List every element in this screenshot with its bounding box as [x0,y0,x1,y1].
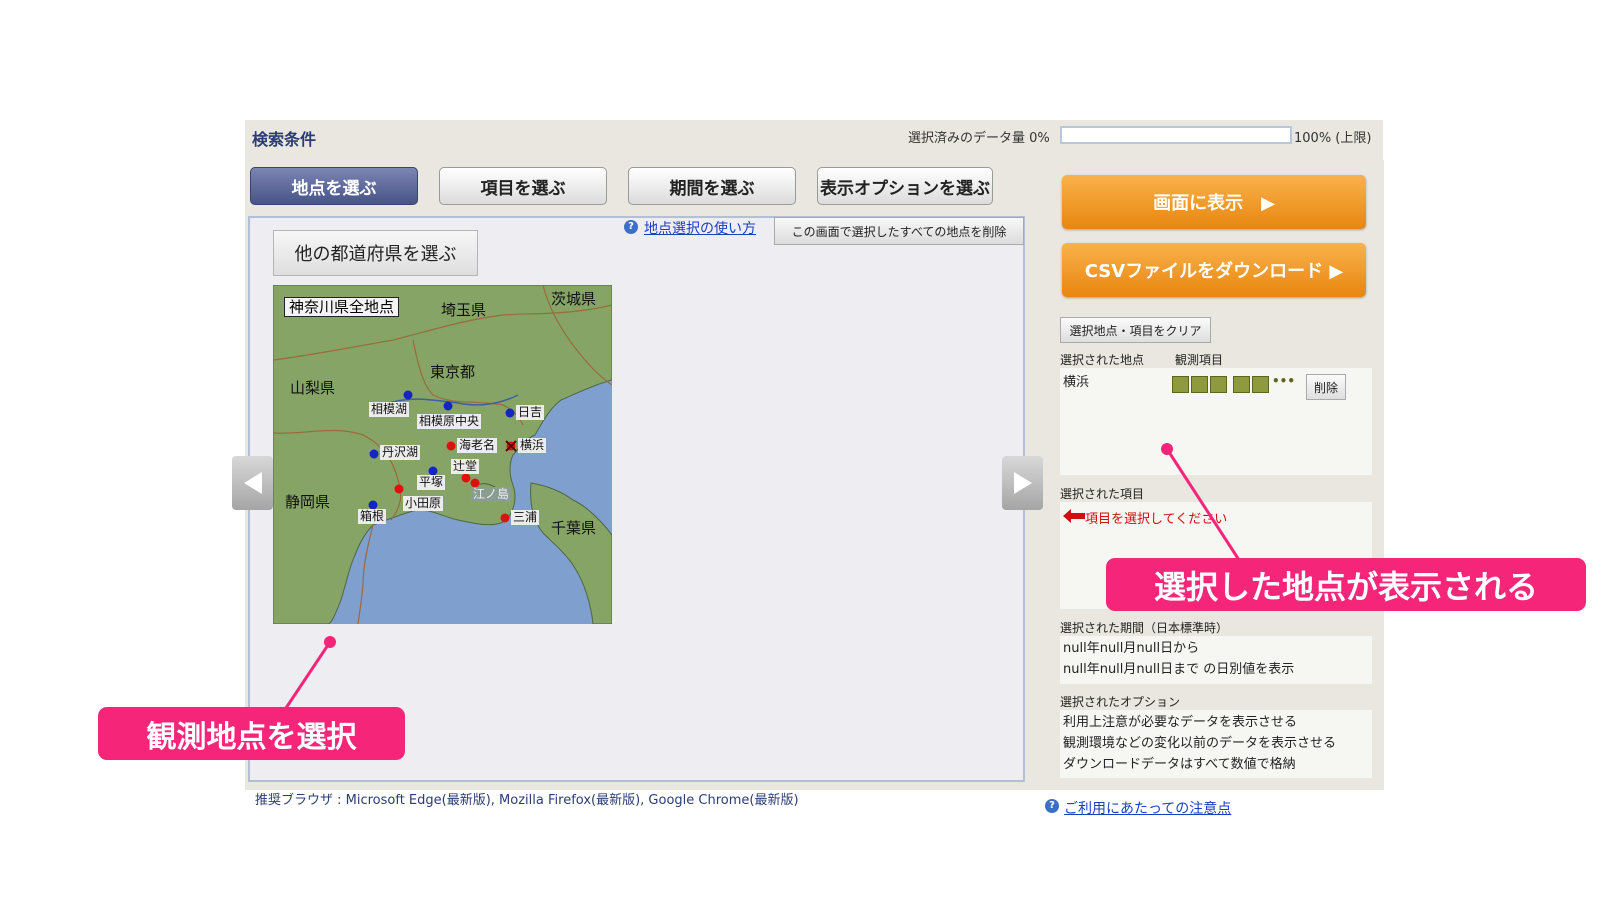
station-label[interactable]: 相模湖 [369,402,410,417]
umbrella-icon [1191,376,1208,393]
map-shapes [273,285,612,624]
data-amount-progress [1060,126,1292,144]
option-item: 利用上注意が必要なデータを表示させる [1063,715,1298,730]
rain-icon [1172,376,1189,393]
option-item: 観測環境などの変化以前のデータを表示させる [1063,736,1337,751]
selected-sites-label: 選択された地点 [1060,353,1145,367]
tab-select-site[interactable]: 地点を選ぶ [250,167,418,205]
island-label: 江ノ島 [471,487,512,502]
selected-options-label: 選択されたオプション [1060,695,1181,709]
map-pref-label: 山梨県 [290,379,336,397]
sun-icon [1210,376,1227,393]
option-item: ダウンロードデータはすべて数値で格納 [1063,757,1296,772]
tab-select-period[interactable]: 期間を選ぶ [628,167,796,205]
tab-select-item[interactable]: 項目を選ぶ [439,167,607,205]
page-title: 検索条件 [252,130,317,149]
station-label[interactable]: 日吉 [516,405,545,420]
map-pref-label: 東京都 [430,363,476,381]
clear-selection-button[interactable]: 選択地点・項目をクリア [1060,317,1211,343]
next-arrow-button[interactable] [1002,456,1043,510]
delete-all-sites-button[interactable]: この画面で選択したすべての地点を削除 [774,217,1024,245]
items-prompt: 項目を選択してください [1085,512,1228,527]
recommended-browsers: 推奨ブラウザ : Microsoft Edge(最新版), Mozilla Fi… [255,793,799,808]
map-pref-label: 埼玉県 [441,301,487,319]
map-pref-label: 静岡県 [285,493,331,511]
period-from: null年null月null日から [1063,641,1200,656]
site-select-howto-link[interactable]: 地点選択の使い方 [644,218,756,238]
arrow-left-icon [1063,508,1085,527]
callout-selected-site-shown: 選択した地点が表示される [1106,558,1586,611]
callout-select-site: 観測地点を選択 [98,707,405,760]
observed-items-label: 観測項目 [1175,353,1224,367]
other-prefecture-button[interactable]: 他の都道府県を選ぶ [273,230,478,276]
triangle-left-icon [243,472,262,494]
map-pref-label: 千葉県 [551,519,597,537]
csv-download-button[interactable]: CSVファイルをダウンロード ▶ [1062,243,1366,297]
station-label[interactable]: 丹沢湖 [380,445,421,460]
delete-site-button[interactable]: 削除 [1306,374,1346,400]
station-label[interactable]: 辻堂 [451,459,480,474]
station-label[interactable]: 箱根 [358,509,387,524]
selected-items-label: 選択された項目 [1060,487,1145,501]
station-label[interactable]: 小田原 [403,496,444,511]
station-label[interactable]: 相模原中央 [417,414,482,429]
data-amount-max-label: 100% (上限) [1294,131,1372,146]
map-pref-label: 茨城県 [551,290,597,308]
triangle-right-icon [1013,472,1032,494]
usage-notice-link[interactable]: ご利用にあたっての注意点 [1064,798,1231,818]
more-icon: ••• [1272,374,1296,388]
wind-icon [1233,376,1250,393]
period-to: null年null月null日まで の日別値を表示 [1063,662,1295,677]
kanagawa-map[interactable]: 神奈川県全地点 埼玉県 茨城県 東京都 山梨県 静岡県 千葉県 相模湖 相模原中… [273,285,612,624]
selected-site-name: 横浜 [1063,375,1090,390]
help-icon: ? [1045,799,1059,813]
data-amount-label: 選択済みのデータ量 0% [908,131,1050,146]
station-label[interactable]: 横浜 [518,438,547,453]
station-label[interactable]: 平塚 [417,475,446,490]
help-icon: ? [624,220,638,234]
tab-select-options[interactable]: 表示オプションを選ぶ [817,167,993,205]
show-on-screen-button[interactable]: 画面に表示 ▶ [1062,175,1366,229]
all-points-label[interactable]: 神奈川県全地点 [284,297,400,317]
prev-arrow-button[interactable] [232,456,273,510]
snow-icon [1252,376,1269,393]
station-label[interactable]: 三浦 [511,510,540,525]
station-label[interactable]: 海老名 [457,438,498,453]
selected-period-label: 選択された期間（日本標準時） [1060,621,1229,635]
